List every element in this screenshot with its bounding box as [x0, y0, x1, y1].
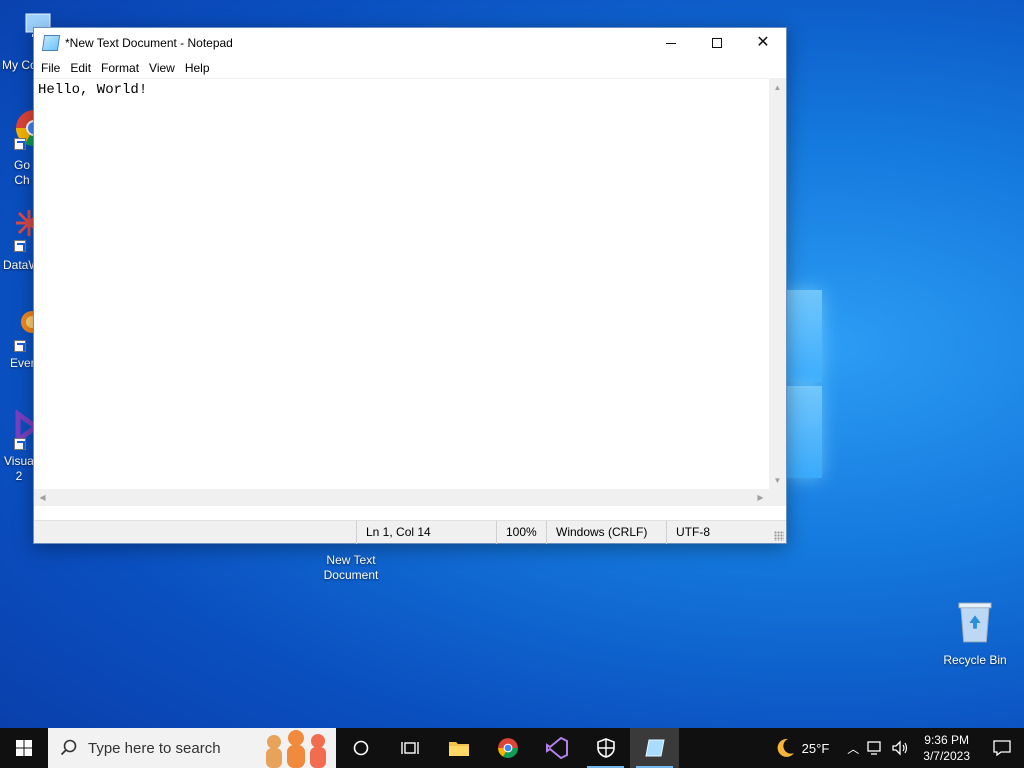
- window-title: *New Text Document - Notepad: [65, 36, 233, 50]
- clock[interactable]: 9:36 PM 3/7/2023: [913, 732, 980, 764]
- taskbar-visual-studio[interactable]: [532, 728, 581, 768]
- folder-icon: [448, 742, 469, 756]
- cortana-icon: [353, 740, 368, 756]
- status-spacer: [34, 521, 356, 544]
- desktop-icon-new-text-document[interactable]: New Text Document: [312, 553, 390, 583]
- volume-icon[interactable]: [891, 740, 909, 756]
- status-position: Ln 1, Col 14: [356, 520, 496, 544]
- editor[interactable]: Hello, World! ▲ ▼ ◀ ▶: [34, 78, 786, 506]
- text-area[interactable]: Hello, World!: [38, 81, 768, 488]
- shortcut-arrow-icon: [14, 138, 26, 150]
- shortcut-arrow-icon: [14, 438, 26, 450]
- scroll-up-icon[interactable]: ▲: [769, 79, 786, 96]
- scrollbar-corner: [769, 489, 786, 506]
- scroll-left-icon[interactable]: ◀: [34, 489, 51, 506]
- maximize-icon: [712, 38, 722, 48]
- desktop-icon-label: Go Ch: [14, 158, 31, 187]
- notepad-window[interactable]: *New Text Document - Notepad ✕ File Edit…: [33, 27, 787, 544]
- notifications-button[interactable]: [980, 728, 1024, 768]
- scroll-down-icon[interactable]: ▼: [769, 472, 786, 489]
- taskbar-notepad[interactable]: [630, 728, 679, 768]
- network-icon[interactable]: [867, 740, 885, 756]
- shortcut-arrow-icon: [14, 240, 26, 252]
- menu-bar: File Edit Format View Help: [34, 58, 786, 78]
- taskbar-file-explorer[interactable]: [434, 728, 483, 768]
- chrome-icon: [497, 738, 518, 758]
- task-view-icon: [400, 742, 419, 754]
- status-zoom: 100%: [496, 520, 546, 544]
- menu-file[interactable]: File: [36, 61, 65, 75]
- minimize-button[interactable]: [648, 28, 694, 58]
- moon-weather-icon: [777, 738, 794, 757]
- recycle-bin-icon: [958, 602, 992, 643]
- close-button[interactable]: ✕: [740, 28, 786, 58]
- menu-format[interactable]: Format: [96, 61, 144, 75]
- cortana-button[interactable]: [336, 728, 385, 768]
- search-box[interactable]: Type here to search: [48, 728, 336, 768]
- search-placeholder: Type here to search: [88, 739, 221, 757]
- scroll-right-icon[interactable]: ▶: [752, 489, 769, 506]
- menu-help[interactable]: Help: [180, 61, 215, 75]
- taskbar-chrome[interactable]: [483, 728, 532, 768]
- vertical-scrollbar[interactable]: ▲ ▼: [769, 79, 786, 489]
- desktop-icon-label: Visua 2: [4, 454, 34, 483]
- system-tray: 25°F ︿ 9:36 PM 3/7/2023: [774, 728, 1024, 768]
- close-icon: ✕: [756, 34, 770, 51]
- visual-studio-icon: [545, 737, 568, 759]
- horizontal-scrollbar[interactable]: ◀ ▶: [34, 489, 769, 506]
- start-button[interactable]: [0, 728, 48, 768]
- desktop-icon-label: My Co: [2, 58, 37, 72]
- status-line-ending: Windows (CRLF): [546, 520, 666, 544]
- clock-date: 3/7/2023: [923, 749, 970, 763]
- menu-edit[interactable]: Edit: [65, 61, 96, 75]
- show-hidden-icons-chevron-icon[interactable]: ︿: [847, 740, 859, 757]
- shield-icon: [596, 738, 615, 758]
- recycle-bin-label: Recycle Bin: [943, 653, 1007, 667]
- resize-grip-icon[interactable]: [774, 531, 784, 541]
- shortcut-arrow-icon: [14, 340, 26, 352]
- status-encoding: UTF-8: [666, 520, 784, 544]
- notepad-icon: [41, 35, 61, 51]
- task-view-button[interactable]: [385, 728, 434, 768]
- search-highlight-illustration: [266, 730, 326, 768]
- taskbar: Type here to search 25°F ︿ 9:36 PM 3/7/2…: [0, 728, 1024, 768]
- windows-start-icon: [16, 740, 32, 756]
- notification-icon: [993, 740, 1011, 756]
- desktop-icon-label: Ever: [10, 356, 35, 370]
- search-icon: [60, 739, 77, 756]
- taskbar-security[interactable]: [581, 728, 630, 768]
- title-bar[interactable]: *New Text Document - Notepad ✕: [34, 28, 786, 58]
- notepad-icon: [644, 739, 665, 757]
- menu-view[interactable]: View: [144, 61, 180, 75]
- weather-temperature[interactable]: 25°F: [802, 741, 830, 756]
- minimize-icon: [666, 42, 676, 44]
- status-bar: Ln 1, Col 14 100% Windows (CRLF) UTF-8: [34, 520, 786, 544]
- maximize-button[interactable]: [694, 28, 740, 58]
- clock-time: 9:36 PM: [924, 733, 969, 747]
- windows-logo-wallpaper: [786, 290, 824, 480]
- desktop-icon-recycle-bin[interactable]: Recycle Bin: [938, 600, 1012, 667]
